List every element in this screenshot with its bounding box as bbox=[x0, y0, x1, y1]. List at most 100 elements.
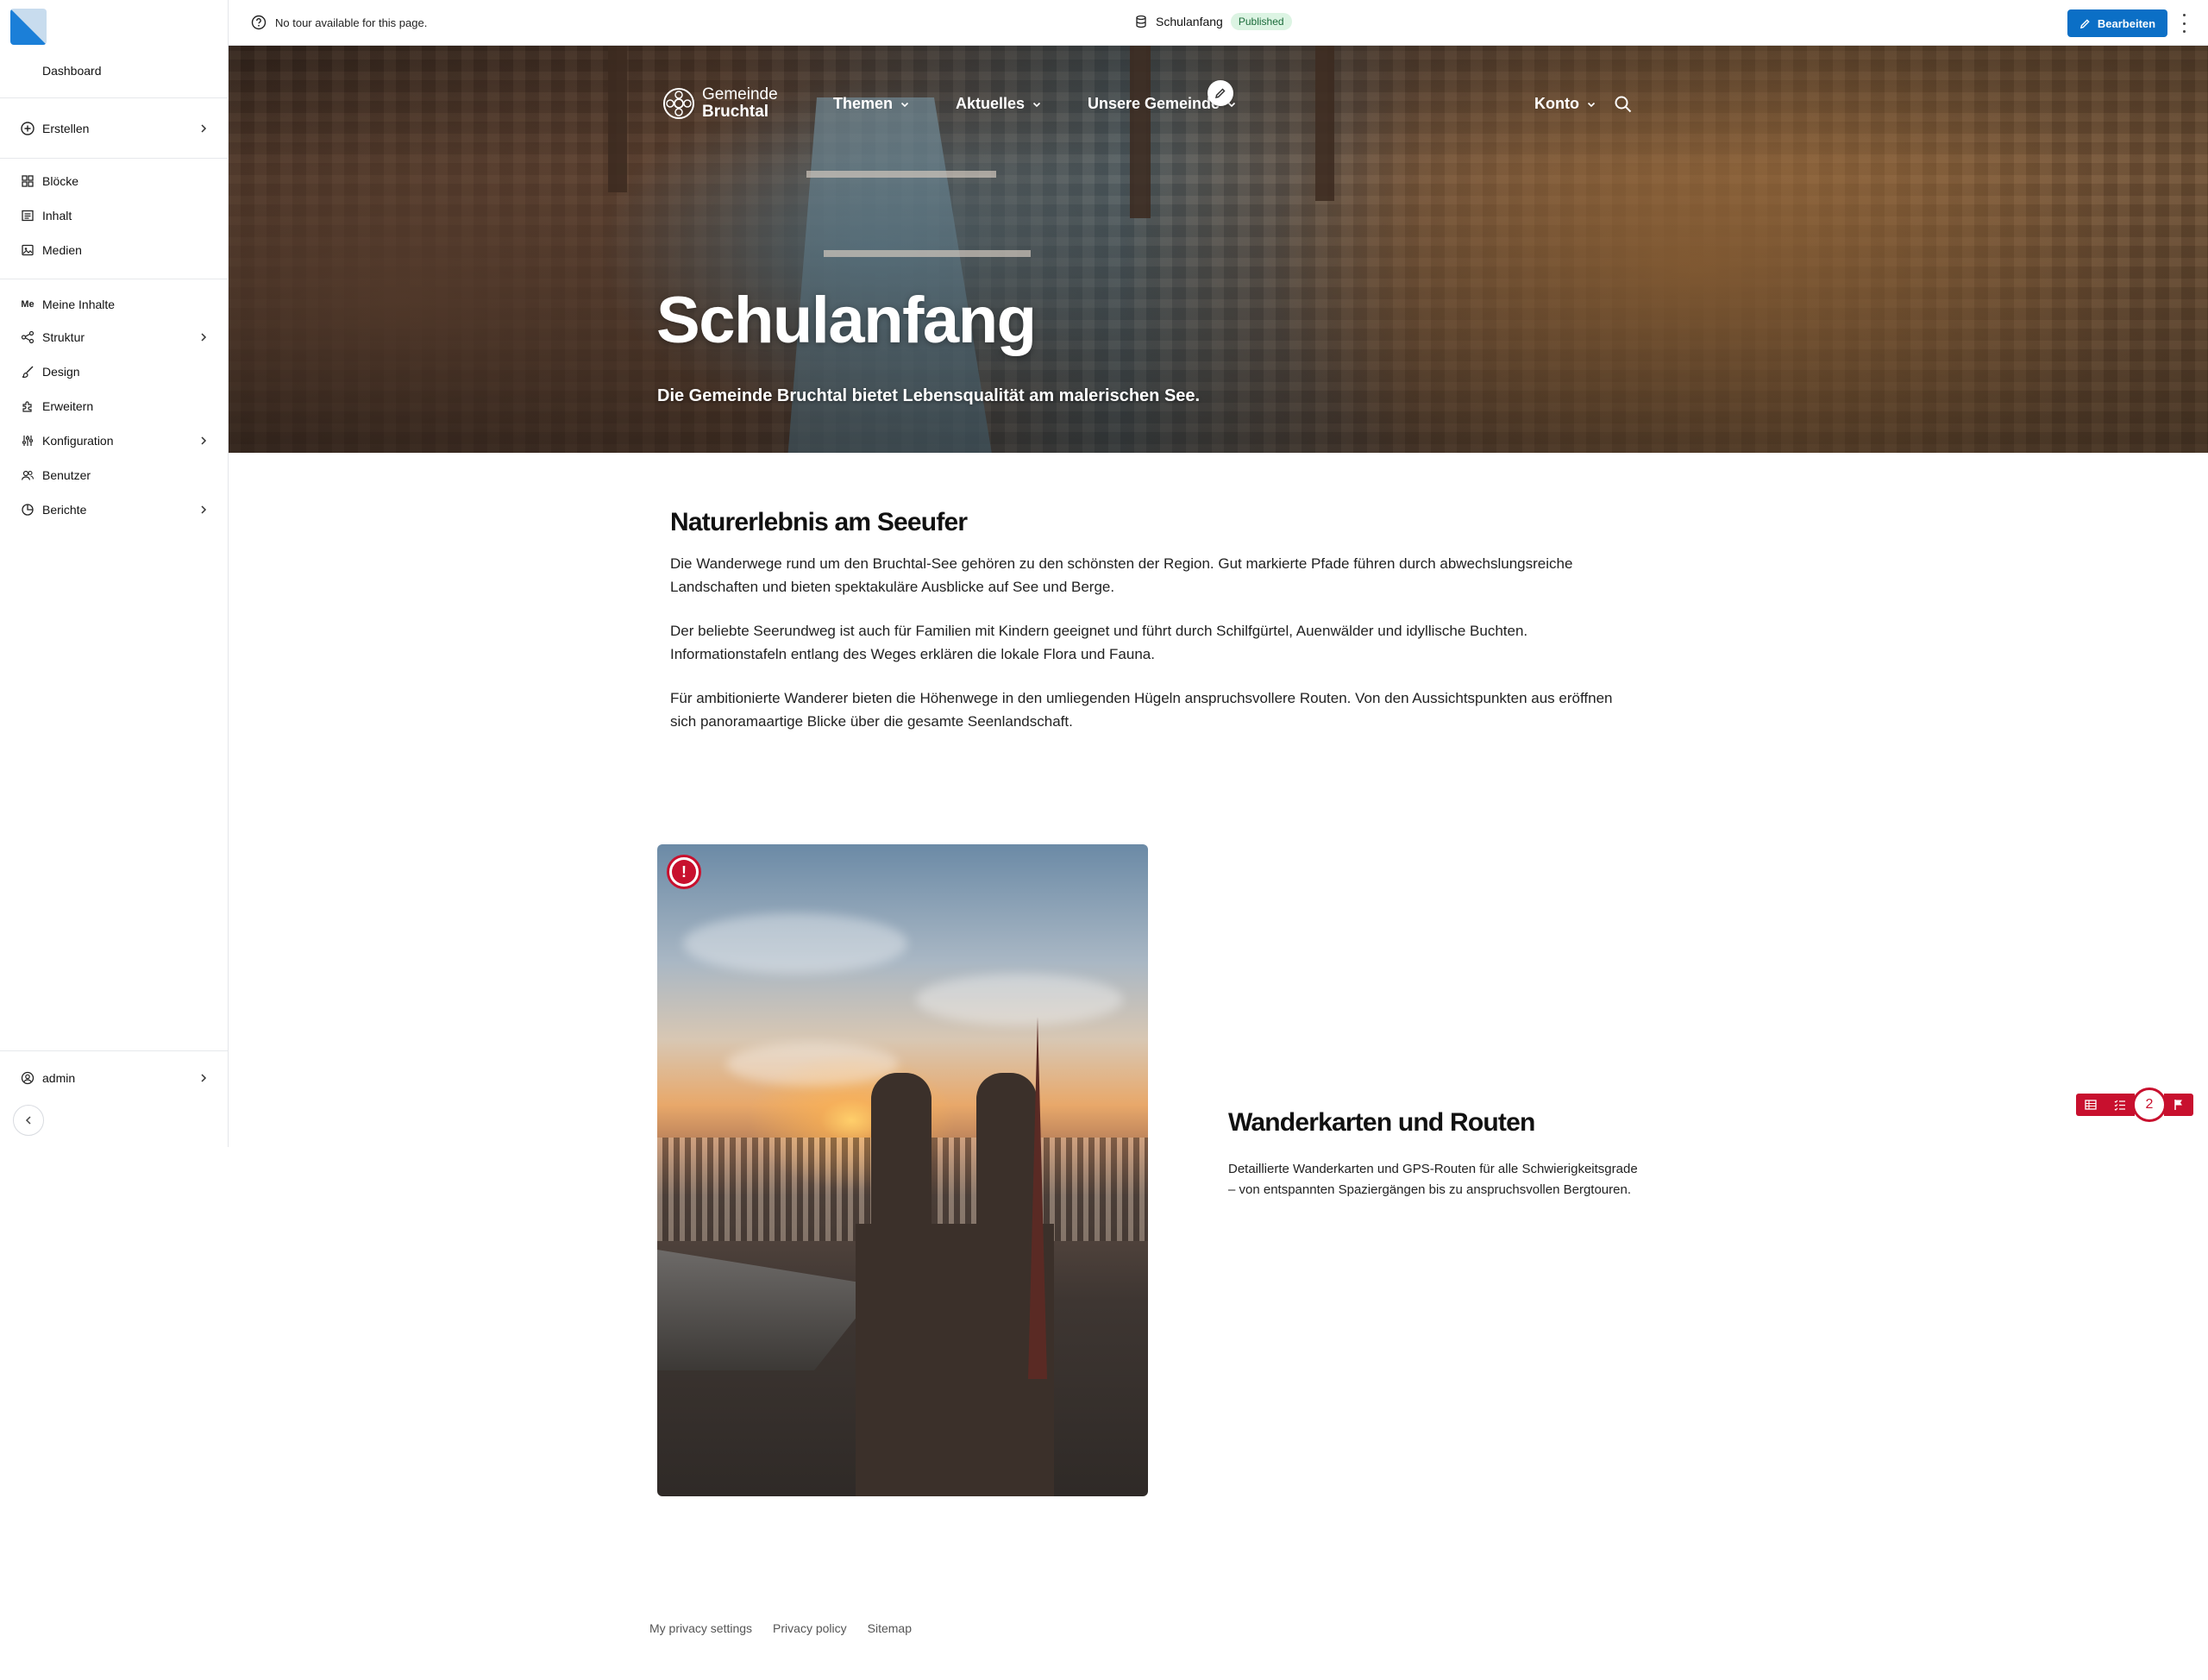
user-menu[interactable]: admin bbox=[0, 1063, 229, 1093]
section-paragraph: Die Wanderwege rund um den Bruchtal-See … bbox=[670, 555, 1573, 595]
search-icon[interactable] bbox=[1614, 95, 1633, 114]
cms-logo[interactable] bbox=[10, 9, 47, 45]
section-paragraph: Für ambitionierte Wanderer bieten die Hö… bbox=[670, 690, 1613, 730]
sidebar-item-label: Struktur bbox=[42, 330, 85, 344]
hero-image-tower bbox=[1130, 46, 1151, 218]
nav-label: Konto bbox=[1534, 95, 1579, 112]
admin-sidebar: Dashboard Erstellen Blöcke Inhalt Medien… bbox=[0, 0, 229, 1147]
edit-menu-pencil-button[interactable] bbox=[1208, 80, 1233, 106]
sliders-icon bbox=[19, 432, 36, 449]
issue-count-badge[interactable]: 2 bbox=[2132, 1088, 2167, 1122]
chevron-down-icon bbox=[900, 102, 909, 107]
section-paragraph: Der beliebte Seerundweg ist auch für Fam… bbox=[670, 623, 1528, 662]
image-cloud bbox=[726, 1043, 899, 1086]
sidebar-item-label: Konfiguration bbox=[42, 434, 114, 448]
more-options-button[interactable] bbox=[2180, 14, 2188, 33]
hero-banner: Gemeinde Bruchtal Themen Aktuelles Unser… bbox=[229, 46, 2208, 453]
sidebar-item-konfiguration[interactable]: Konfiguration bbox=[0, 426, 229, 455]
structure-icon bbox=[19, 329, 36, 346]
content-icon bbox=[19, 207, 36, 224]
chevron-down-icon bbox=[1032, 102, 1041, 107]
status-badge: Published bbox=[1230, 13, 1292, 30]
site-logo[interactable]: Gemeinde Bruchtal bbox=[662, 86, 778, 121]
image-river bbox=[657, 1250, 881, 1370]
pencil-icon bbox=[1214, 88, 1226, 99]
checklist-button[interactable] bbox=[2105, 1094, 2135, 1116]
nav-label: Unsere Gemeinde bbox=[1088, 95, 1220, 112]
footer-link-sitemap[interactable]: Sitemap bbox=[868, 1621, 912, 1635]
sidebar-item-medien[interactable]: Medien bbox=[0, 235, 229, 265]
sidebar-item-label: Benutzer bbox=[42, 468, 91, 482]
sidebar-item-label: Blöcke bbox=[42, 174, 79, 188]
pencil-icon bbox=[2079, 18, 2090, 28]
footer-link-privacy-policy[interactable]: Privacy policy bbox=[773, 1621, 847, 1635]
nav-aktuelles[interactable]: Aktuelles bbox=[956, 95, 1042, 113]
sidebar-item-erstellen[interactable]: Erstellen bbox=[0, 114, 229, 143]
sidebar-item-label: Medien bbox=[42, 243, 82, 257]
sidebar-divider bbox=[0, 158, 229, 159]
sidebar-divider bbox=[0, 97, 229, 98]
image-cloud bbox=[683, 913, 907, 974]
user-circle-icon bbox=[19, 1069, 36, 1087]
edit-button-label: Bearbeiten bbox=[2097, 16, 2156, 30]
sidebar-item-benutzer[interactable]: Benutzer bbox=[0, 461, 229, 490]
nav-label: Aktuelles bbox=[956, 95, 1026, 112]
tour-info: No tour available for this page. bbox=[251, 15, 427, 30]
sidebar-item-berichte[interactable]: Berichte bbox=[0, 495, 229, 524]
section-heading: Naturerlebnis am Seeufer bbox=[670, 508, 968, 536]
footer-link-privacy-settings[interactable]: My privacy settings bbox=[649, 1621, 752, 1635]
my-content-icon: Me bbox=[21, 299, 34, 310]
page-info: Schulanfang Published bbox=[1134, 13, 1292, 30]
sidebar-item-label: Inhalt bbox=[42, 209, 72, 223]
review-toolbar: 2 bbox=[2076, 1088, 2193, 1122]
admin-topbar: No tour available for this page. Schulan… bbox=[229, 0, 2208, 46]
sidebar-item-label: Berichte bbox=[42, 503, 87, 517]
edit-button[interactable]: Bearbeiten bbox=[2067, 9, 2167, 37]
dashboard-link[interactable]: Dashboard bbox=[42, 64, 102, 78]
flag-icon bbox=[2174, 1100, 2182, 1110]
users-icon bbox=[19, 467, 36, 484]
tour-text: No tour available for this page. bbox=[275, 16, 428, 29]
sidebar-item-label: Erweitern bbox=[42, 399, 94, 413]
chevron-right-icon bbox=[201, 1074, 207, 1082]
brush-icon bbox=[19, 363, 36, 380]
chart-icon bbox=[19, 501, 36, 518]
site-logo-text: Gemeinde Bruchtal bbox=[702, 86, 778, 121]
media-icon bbox=[19, 241, 36, 259]
table-view-button[interactable] bbox=[2076, 1094, 2105, 1116]
chevron-right-icon bbox=[201, 436, 207, 445]
sidebar-item-inhalt[interactable]: Inhalt bbox=[0, 201, 229, 230]
sidebar-item-label: Erstellen bbox=[42, 122, 90, 135]
sidebar-divider bbox=[0, 1050, 229, 1051]
plus-circle-icon bbox=[19, 120, 36, 137]
accessibility-warning-badge[interactable]: ! bbox=[667, 855, 701, 889]
cms-logo-icon bbox=[10, 9, 47, 45]
collapse-sidebar-button[interactable] bbox=[13, 1105, 44, 1136]
sidebar-item-design[interactable]: Design bbox=[0, 357, 229, 386]
nav-konto[interactable]: Konto bbox=[1534, 95, 1596, 113]
hero-title: Schulanfang bbox=[656, 284, 1037, 357]
site-logo-line2: Bruchtal bbox=[702, 103, 769, 121]
grid-icon bbox=[19, 172, 36, 190]
nav-themen[interactable]: Themen bbox=[833, 95, 910, 113]
puzzle-icon bbox=[19, 398, 36, 415]
sidebar-item-meine-inhalte[interactable]: Me Meine Inhalte bbox=[0, 290, 229, 319]
sidebar-item-bloecke[interactable]: Blöcke bbox=[0, 166, 229, 196]
section-text: Detaillierte Wanderkarten und GPS-Routen… bbox=[1228, 1162, 1638, 1197]
image-church-nave bbox=[856, 1224, 1054, 1496]
cathedral-sunset-image bbox=[657, 844, 1148, 1496]
hero-image-tower bbox=[608, 46, 627, 192]
chevron-left-icon bbox=[25, 1116, 31, 1125]
user-name: admin bbox=[42, 1071, 76, 1085]
sidebar-item-label: Design bbox=[42, 365, 80, 379]
table-icon bbox=[2085, 1100, 2097, 1110]
sidebar-item-struktur[interactable]: Struktur bbox=[0, 323, 229, 352]
chevron-right-icon bbox=[201, 333, 207, 342]
municipality-emblem-icon bbox=[663, 88, 694, 119]
help-circle-icon bbox=[251, 15, 267, 30]
chevron-down-icon bbox=[1587, 102, 1596, 107]
hero-image-bridge bbox=[824, 250, 1031, 257]
sidebar-item-erweitern[interactable]: Erweitern bbox=[0, 392, 229, 421]
database-icon bbox=[1136, 15, 1146, 28]
flag-button[interactable] bbox=[2164, 1094, 2193, 1116]
